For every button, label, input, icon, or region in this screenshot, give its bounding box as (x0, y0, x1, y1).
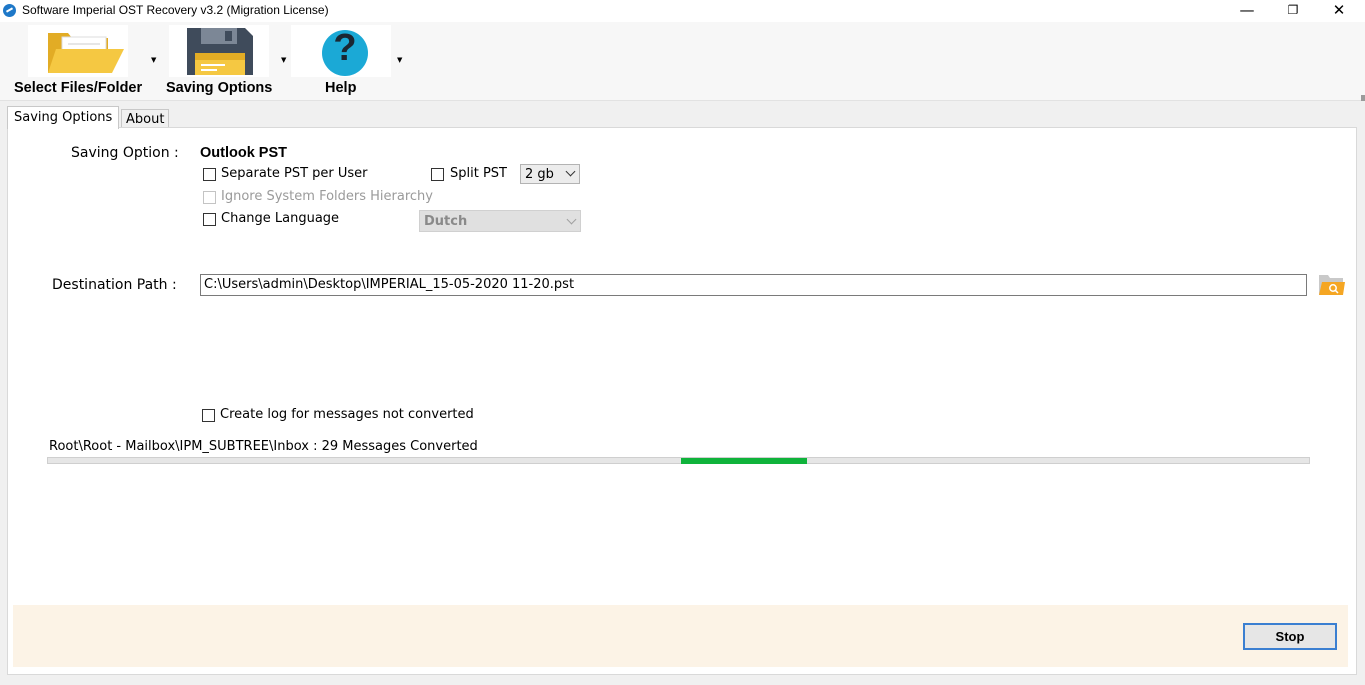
bottom-action-bar (13, 605, 1348, 667)
help-glyph: ? (333, 27, 357, 69)
destination-path-input[interactable]: C:\Users\admin\Desktop\IMPERIAL_15-05-20… (200, 274, 1307, 296)
ignore-hierarchy-label: Ignore System Folders Hierarchy (221, 189, 433, 204)
split-size-select[interactable]: 2 gb (520, 164, 580, 184)
tab-saving-options[interactable]: Saving Options (7, 106, 120, 129)
ignore-hierarchy-checkbox (203, 191, 216, 204)
separate-pst-label[interactable]: Separate PST per User (221, 166, 368, 181)
separate-pst-checkbox[interactable] (203, 168, 216, 181)
browse-folder-button[interactable] (1317, 271, 1347, 297)
split-size-value: 2 gb (525, 167, 554, 182)
split-pst-checkbox[interactable] (431, 168, 444, 181)
saving-options-button[interactable] (169, 25, 269, 77)
saving-option-value: Outlook PST (200, 145, 287, 161)
floppy-disk-icon (187, 28, 253, 75)
stop-button[interactable]: Stop (1243, 623, 1337, 650)
maximize-button[interactable]: ❐ (1270, 0, 1316, 22)
conversion-status-text: Root\Root - Mailbox\IPM_SUBTREE\Inbox : … (49, 439, 478, 454)
minimize-button[interactable]: — (1224, 0, 1270, 22)
language-select: Dutch (419, 210, 581, 232)
tab-about[interactable]: About (121, 109, 170, 128)
create-log-label[interactable]: Create log for messages not converted (220, 407, 474, 422)
window-edge (1361, 95, 1365, 101)
app-logo-icon (3, 4, 16, 17)
saving-options-panel (7, 127, 1357, 675)
saving-options-dropdown-arrow[interactable]: ▼ (281, 56, 286, 64)
select-files-label[interactable]: Select Files/Folder (14, 80, 142, 96)
language-value: Dutch (424, 214, 468, 229)
folder-icon (48, 33, 124, 73)
window-title: Software Imperial OST Recovery v3.2 (Mig… (22, 3, 329, 17)
help-button[interactable]: ? (291, 25, 391, 77)
change-language-label[interactable]: Change Language (221, 211, 339, 226)
destination-path-label: Destination Path : (52, 277, 177, 293)
progress-bar (47, 457, 1310, 464)
chevron-down-icon (565, 166, 576, 177)
help-dropdown-arrow[interactable]: ▼ (397, 56, 402, 64)
select-files-dropdown-arrow[interactable]: ▼ (151, 56, 156, 64)
select-files-button[interactable] (28, 25, 128, 77)
close-button[interactable]: ✕ (1316, 0, 1362, 22)
saving-option-label: Saving Option : (71, 145, 179, 161)
create-log-checkbox[interactable] (202, 409, 215, 422)
browse-folder-icon (1319, 275, 1345, 295)
help-label[interactable]: Help (325, 80, 356, 96)
split-pst-label[interactable]: Split PST (450, 166, 507, 181)
change-language-checkbox[interactable] (203, 213, 216, 226)
progress-bar-fill (681, 458, 807, 464)
chevron-down-icon (566, 214, 577, 225)
saving-options-label[interactable]: Saving Options (166, 80, 272, 96)
